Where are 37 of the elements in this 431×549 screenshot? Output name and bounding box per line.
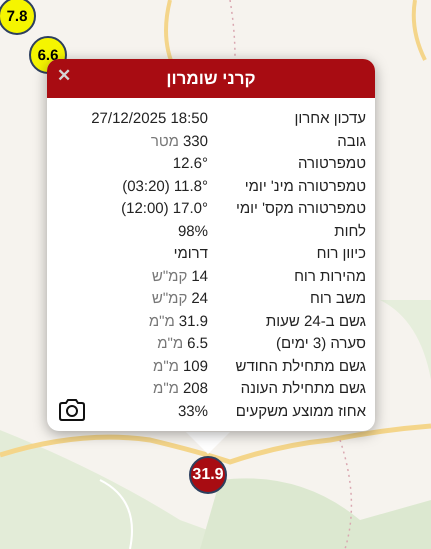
field-value: דרומי [174, 244, 208, 264]
field-label: גשם מתחילת העונה [240, 379, 366, 399]
field-value: 14 [191, 266, 208, 286]
unit-text: מ"מ [153, 379, 179, 399]
field-value: 31.9 [178, 312, 208, 332]
field-value: 109 [182, 356, 208, 376]
field-value: 33% [178, 402, 208, 422]
unit-text: מ"מ [157, 334, 184, 354]
field-label: משב רוח [308, 289, 366, 309]
field-value: 330 [182, 132, 208, 152]
field-value: (03:20) 11.8° [122, 176, 208, 196]
field-label: מהירות רוח [293, 266, 366, 286]
field-value: 27/12/2025 18:50 [91, 109, 208, 129]
unit-text: קמ"ש [152, 266, 188, 286]
field-label: סערה (3 ימים) [275, 334, 366, 354]
station-name: קרני שומרון [166, 68, 256, 88]
unit-text: מ"מ [153, 356, 179, 376]
field-label: גשם ב-24 שעות [264, 312, 366, 332]
field-label: טמפרטורה [296, 154, 366, 174]
field-value: 208 [182, 379, 208, 399]
unit-text: קמ"ש [152, 289, 188, 309]
field-value: 12.6° [172, 154, 208, 174]
field-label: טמפרטורה מקס' יומי [234, 199, 366, 219]
camera-icon[interactable] [58, 398, 86, 422]
field-value: 98% [178, 222, 208, 242]
field-label: עדכון אחרון [293, 109, 366, 129]
field-label: טמפרטורה מינ' יומי [244, 176, 366, 196]
unit-text: מטר [150, 132, 179, 152]
field-value: 6.5 [187, 334, 208, 354]
field-value: 24 [191, 289, 208, 309]
unit-text: מ"מ [148, 312, 175, 332]
field-label: גובה [336, 132, 366, 152]
field-value: (12:00) 17.0° [121, 199, 208, 219]
field-label: כיוון רוח [316, 244, 366, 264]
field-label: לחות [333, 222, 366, 242]
field-label: אחוז ממוצע משקעים [234, 402, 366, 422]
field-label: גשם מתחילת החודש [234, 356, 366, 376]
